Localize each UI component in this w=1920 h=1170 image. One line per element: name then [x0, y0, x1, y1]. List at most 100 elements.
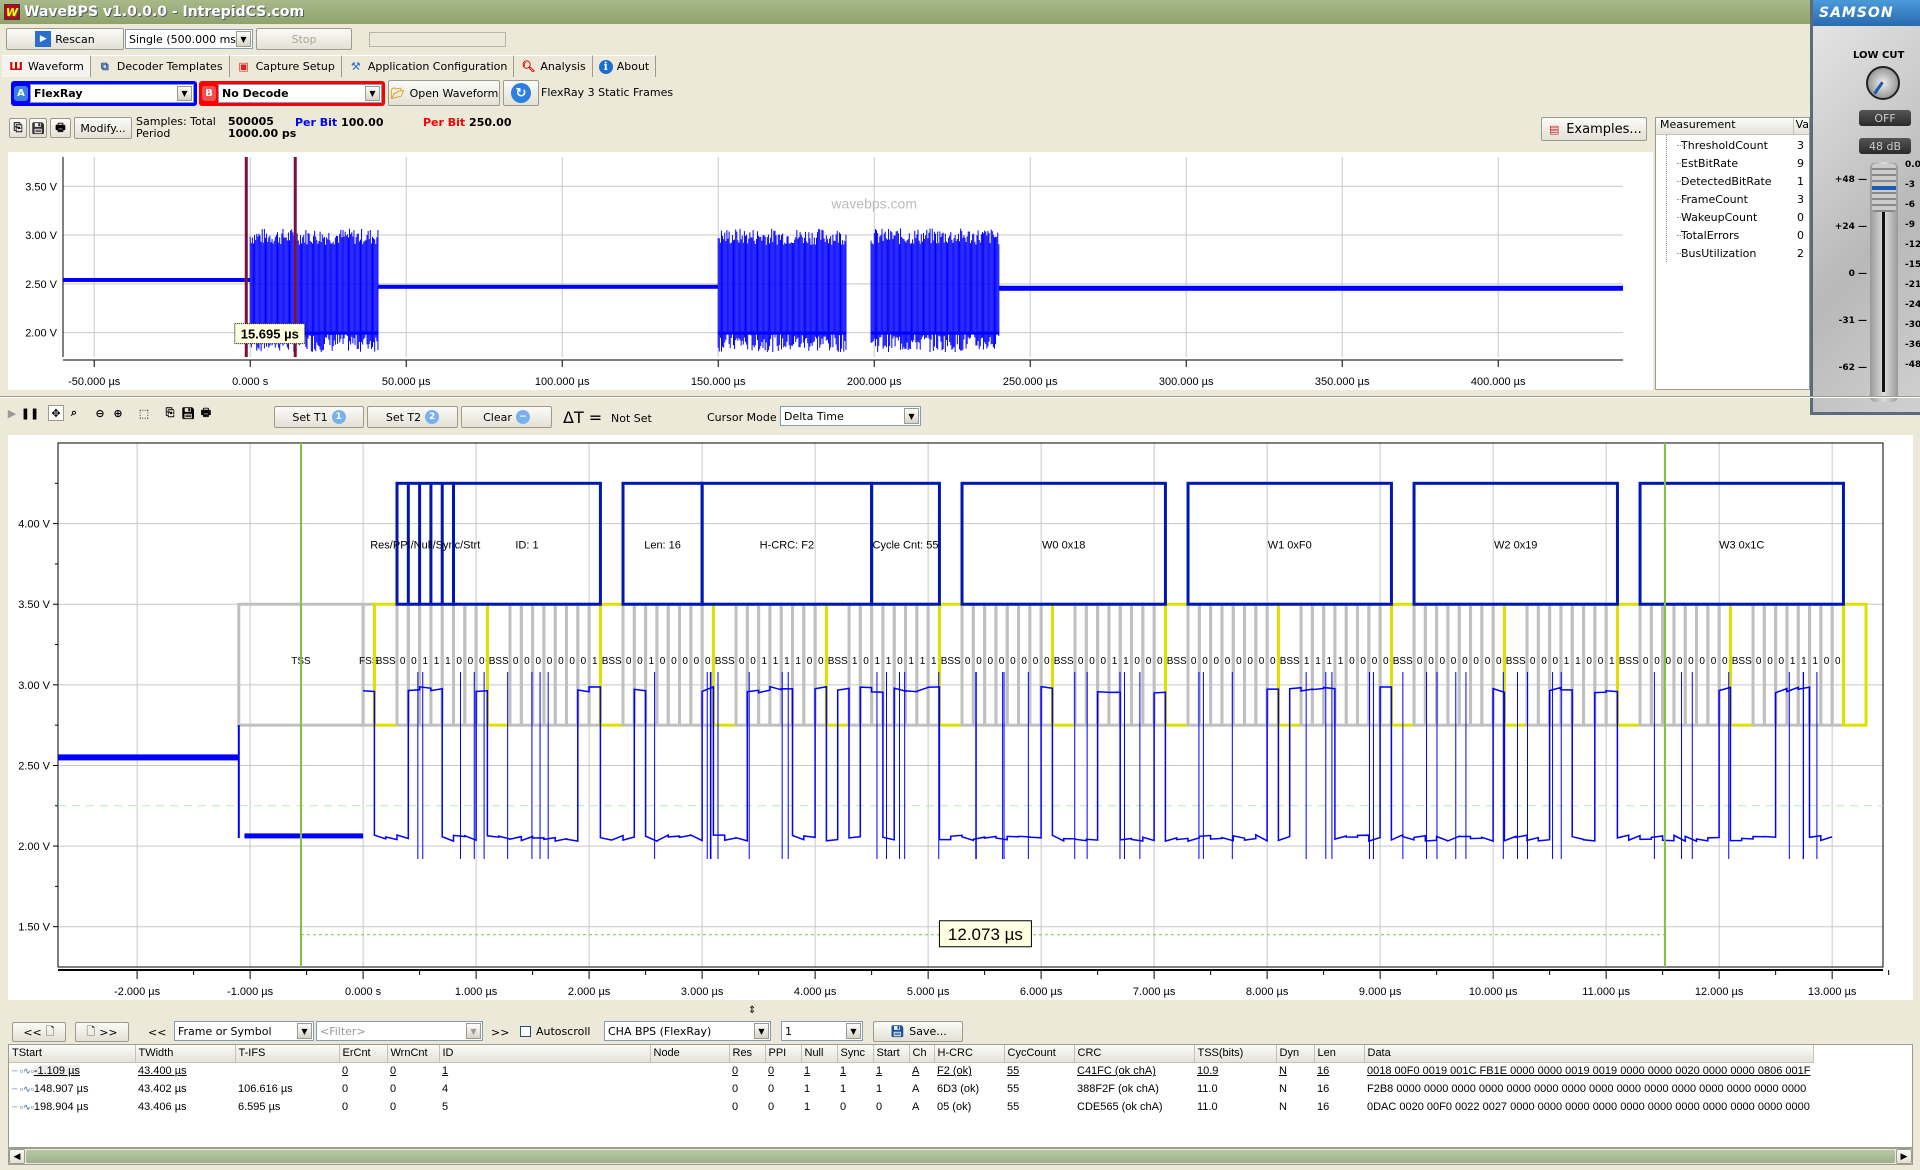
low-cut-knob[interactable] [1866, 66, 1900, 100]
modify-button[interactable]: Modify... [74, 117, 132, 139]
column-header-sync[interactable]: Sync [837, 1045, 874, 1063]
column-header-twidth[interactable]: TWidth [135, 1045, 236, 1063]
chevron-down-icon[interactable]: ▼ [297, 1023, 312, 1039]
capture-mode-select[interactable]: Single (500.000 ms) ▼ [125, 29, 253, 49]
table-row[interactable]: ┈ ▫∿▫ -1.109 µs 43.400 µs 0 0 1 0 0 1 1 1 A F2 (ok)… [9, 1062, 1813, 1080]
column-header-res[interactable]: Res [729, 1045, 766, 1063]
printer-icon[interactable]: 🖶 [198, 405, 214, 421]
measurement-item[interactable]: DetectedBitRate 1 [1667, 172, 1809, 190]
tab-waveform[interactable]: Ш Waveform [2, 55, 91, 77]
frame-waveform-icon[interactable]: ┈ ▫∿▫ [12, 1084, 34, 1095]
column-header-tss-bits-[interactable]: TSS(bits) [1194, 1045, 1277, 1063]
detail-waveform-panel[interactable]: -2.000 µs -1.000 µs 0.000 s 1.000 µs 2.000 µ… [8, 435, 1913, 1000]
play-icon[interactable]: ▶ [4, 405, 20, 421]
scroll-left-button[interactable]: ◀ [9, 1149, 25, 1164]
column-header-data[interactable]: Data [1364, 1045, 1814, 1063]
select-area-icon[interactable]: ⬚ [136, 405, 152, 421]
zoom-area-icon[interactable]: ⌕ [66, 405, 82, 421]
cursor-mode-select[interactable]: Delta Time ▼ [780, 406, 921, 426]
scrollbar-thumb[interactable] [26, 1150, 1895, 1163]
set-t2-button[interactable]: Set T2 2 [367, 406, 458, 428]
frame-waveform-icon[interactable]: ┈ ▫∿▫ [12, 1102, 34, 1113]
column-header-id[interactable]: ID [439, 1045, 651, 1063]
chevron-down-icon[interactable]: ▼ [236, 31, 251, 47]
next-page-button[interactable]: 🗋 >> [75, 1022, 129, 1042]
chevron-down-icon[interactable]: ▼ [754, 1023, 769, 1039]
frame-waveform-icon[interactable]: ┈ ▫∿▫ [12, 1066, 34, 1077]
value-column-header[interactable]: Va [1794, 118, 1809, 134]
column-header-dyn[interactable]: Dyn [1276, 1045, 1315, 1063]
save-button[interactable]: 💾︎ [29, 118, 47, 138]
table-row[interactable]: ┈ ▫∿▫ 198.904 µs 43.406 µs 6.595 µs 0 0 5 0 0 1 0… [9, 1098, 1813, 1116]
decoder-b-select[interactable]: No Decode ▼ [218, 84, 382, 103]
rescan-button[interactable]: ▶ Rescan [6, 28, 124, 50]
detail-waveform-chart[interactable]: -2.000 µs -1.000 µs 0.000 s 1.000 µs 2.000 µ… [8, 435, 1913, 1000]
measurement-item[interactable]: WakeupCount 0 [1667, 208, 1809, 226]
column-header-ch[interactable]: Ch [909, 1045, 935, 1063]
stop-button[interactable]: Stop [256, 28, 352, 50]
column-header-null[interactable]: Null [801, 1045, 838, 1063]
count-select[interactable]: 1 ▼ [781, 1021, 863, 1041]
measurement-item[interactable]: BusUtilization 2 [1667, 244, 1809, 262]
chevron-down-icon[interactable]: ▼ [466, 1023, 481, 1039]
overview-waveform-chart[interactable]: -50.000 µs 0.000 s 50.000 µs 100.000 µs 150.… [8, 152, 1653, 390]
tab-capture-setup[interactable]: ▣ Capture Setup [229, 55, 342, 77]
set-t1-button[interactable]: Set T1 1 [274, 406, 364, 428]
column-header-len[interactable]: Len [1314, 1045, 1365, 1063]
chevron-down-icon[interactable]: ▼ [846, 1023, 861, 1039]
chevron-down-icon[interactable]: ▼ [904, 408, 919, 424]
measurement-item[interactable]: ThresholdCount 3 [1667, 136, 1809, 154]
scroll-right-button[interactable]: ▶ [1896, 1149, 1912, 1164]
column-header-tstart[interactable]: TStart [9, 1045, 136, 1063]
column-header-h-crc[interactable]: H-CRC [934, 1045, 1005, 1063]
tab-about[interactable]: i About [592, 55, 657, 77]
autoscroll-checkbox[interactable] [520, 1026, 531, 1037]
tab-decoder-templates[interactable]: ⧉ Decoder Templates [90, 55, 230, 77]
column-header-cyccount[interactable]: CycCount [1004, 1045, 1075, 1063]
zoom-out-icon[interactable]: ⊖ [92, 405, 108, 421]
column-header-wrncnt[interactable]: WrnCnt [387, 1045, 440, 1063]
overview-waveform-panel[interactable]: -50.000 µs 0.000 s 50.000 µs 100.000 µs 150.… [8, 152, 1653, 390]
column-header-start[interactable]: Start [873, 1045, 910, 1063]
copy-icon[interactable]: ⎘ [162, 405, 178, 421]
tab-application-configuration[interactable]: ⚒ Application Configuration [341, 55, 515, 77]
copy-button[interactable]: ⎘ [9, 118, 27, 138]
splitter[interactable] [0, 396, 1920, 398]
examples-button[interactable]: ▤ Examples... [1541, 117, 1647, 141]
column-header-ppi[interactable]: PPI [765, 1045, 802, 1063]
gain-fader-track[interactable] [1870, 162, 1898, 402]
filter-next-button[interactable]: >> [491, 1026, 509, 1039]
clear-cursors-button[interactable]: Clear − [461, 406, 552, 428]
gain-fader-handle[interactable] [1872, 164, 1896, 212]
cursor-delta-label: 12.073 µs [948, 925, 1023, 944]
save-disk-icon[interactable]: 💾︎ [180, 405, 196, 421]
chevron-down-icon[interactable]: ▼ [177, 86, 192, 101]
measurement-item[interactable]: FrameCount 3 [1667, 190, 1809, 208]
channel-select[interactable]: CHA BPS (FlexRay) ▼ [604, 1021, 771, 1041]
column-header-node[interactable]: Node [650, 1045, 730, 1063]
measurement-item[interactable]: EstBitRate 9 [1667, 154, 1809, 172]
open-waveform-button[interactable]: 📂︎ Open Waveform [388, 80, 500, 106]
table-row[interactable]: ┈ ▫∿▫ 148.907 µs 43.402 µs 106.616 µs 0 0 4 0 0… [9, 1080, 1813, 1098]
column-header-t-ifs[interactable]: T-IFS [235, 1045, 340, 1063]
meter-scale-tick: -24 [1905, 300, 1920, 310]
chevron-down-icon[interactable]: ▼ [365, 86, 380, 101]
save-table-button[interactable]: 💾︎ Save... [873, 1021, 963, 1042]
filter-type-select[interactable]: Frame or Symbol ▼ [174, 1021, 314, 1041]
measurement-item[interactable]: TotalErrors 0 [1667, 226, 1809, 244]
print-button[interactable]: 🖶 [50, 118, 71, 138]
column-header-ercnt[interactable]: ErCnt [339, 1045, 388, 1063]
pause-icon[interactable]: ❚❚ [21, 405, 39, 421]
measurement-column-header[interactable]: Measurement [1656, 118, 1794, 134]
tab-analysis[interactable]: 🔍︎ Analysis [514, 55, 593, 77]
zoom-in-icon[interactable]: ⊕ [110, 405, 126, 421]
filter-prev-button[interactable]: << [148, 1026, 166, 1039]
filter-input[interactable]: <Filter> ▼ [316, 1021, 483, 1041]
prev-page-button[interactable]: << 🗋 [12, 1022, 66, 1042]
reload-button[interactable]: ↻ [503, 80, 539, 106]
horizontal-scrollbar[interactable]: ◀ ▶ [8, 1148, 1913, 1165]
splitter-handle-icon[interactable]: ⇕ [748, 1005, 756, 1016]
column-header-crc[interactable]: CRC [1074, 1045, 1195, 1063]
decoder-a-select[interactable]: FlexRay ▼ [30, 84, 194, 103]
pan-icon[interactable]: ✥ [48, 405, 64, 421]
